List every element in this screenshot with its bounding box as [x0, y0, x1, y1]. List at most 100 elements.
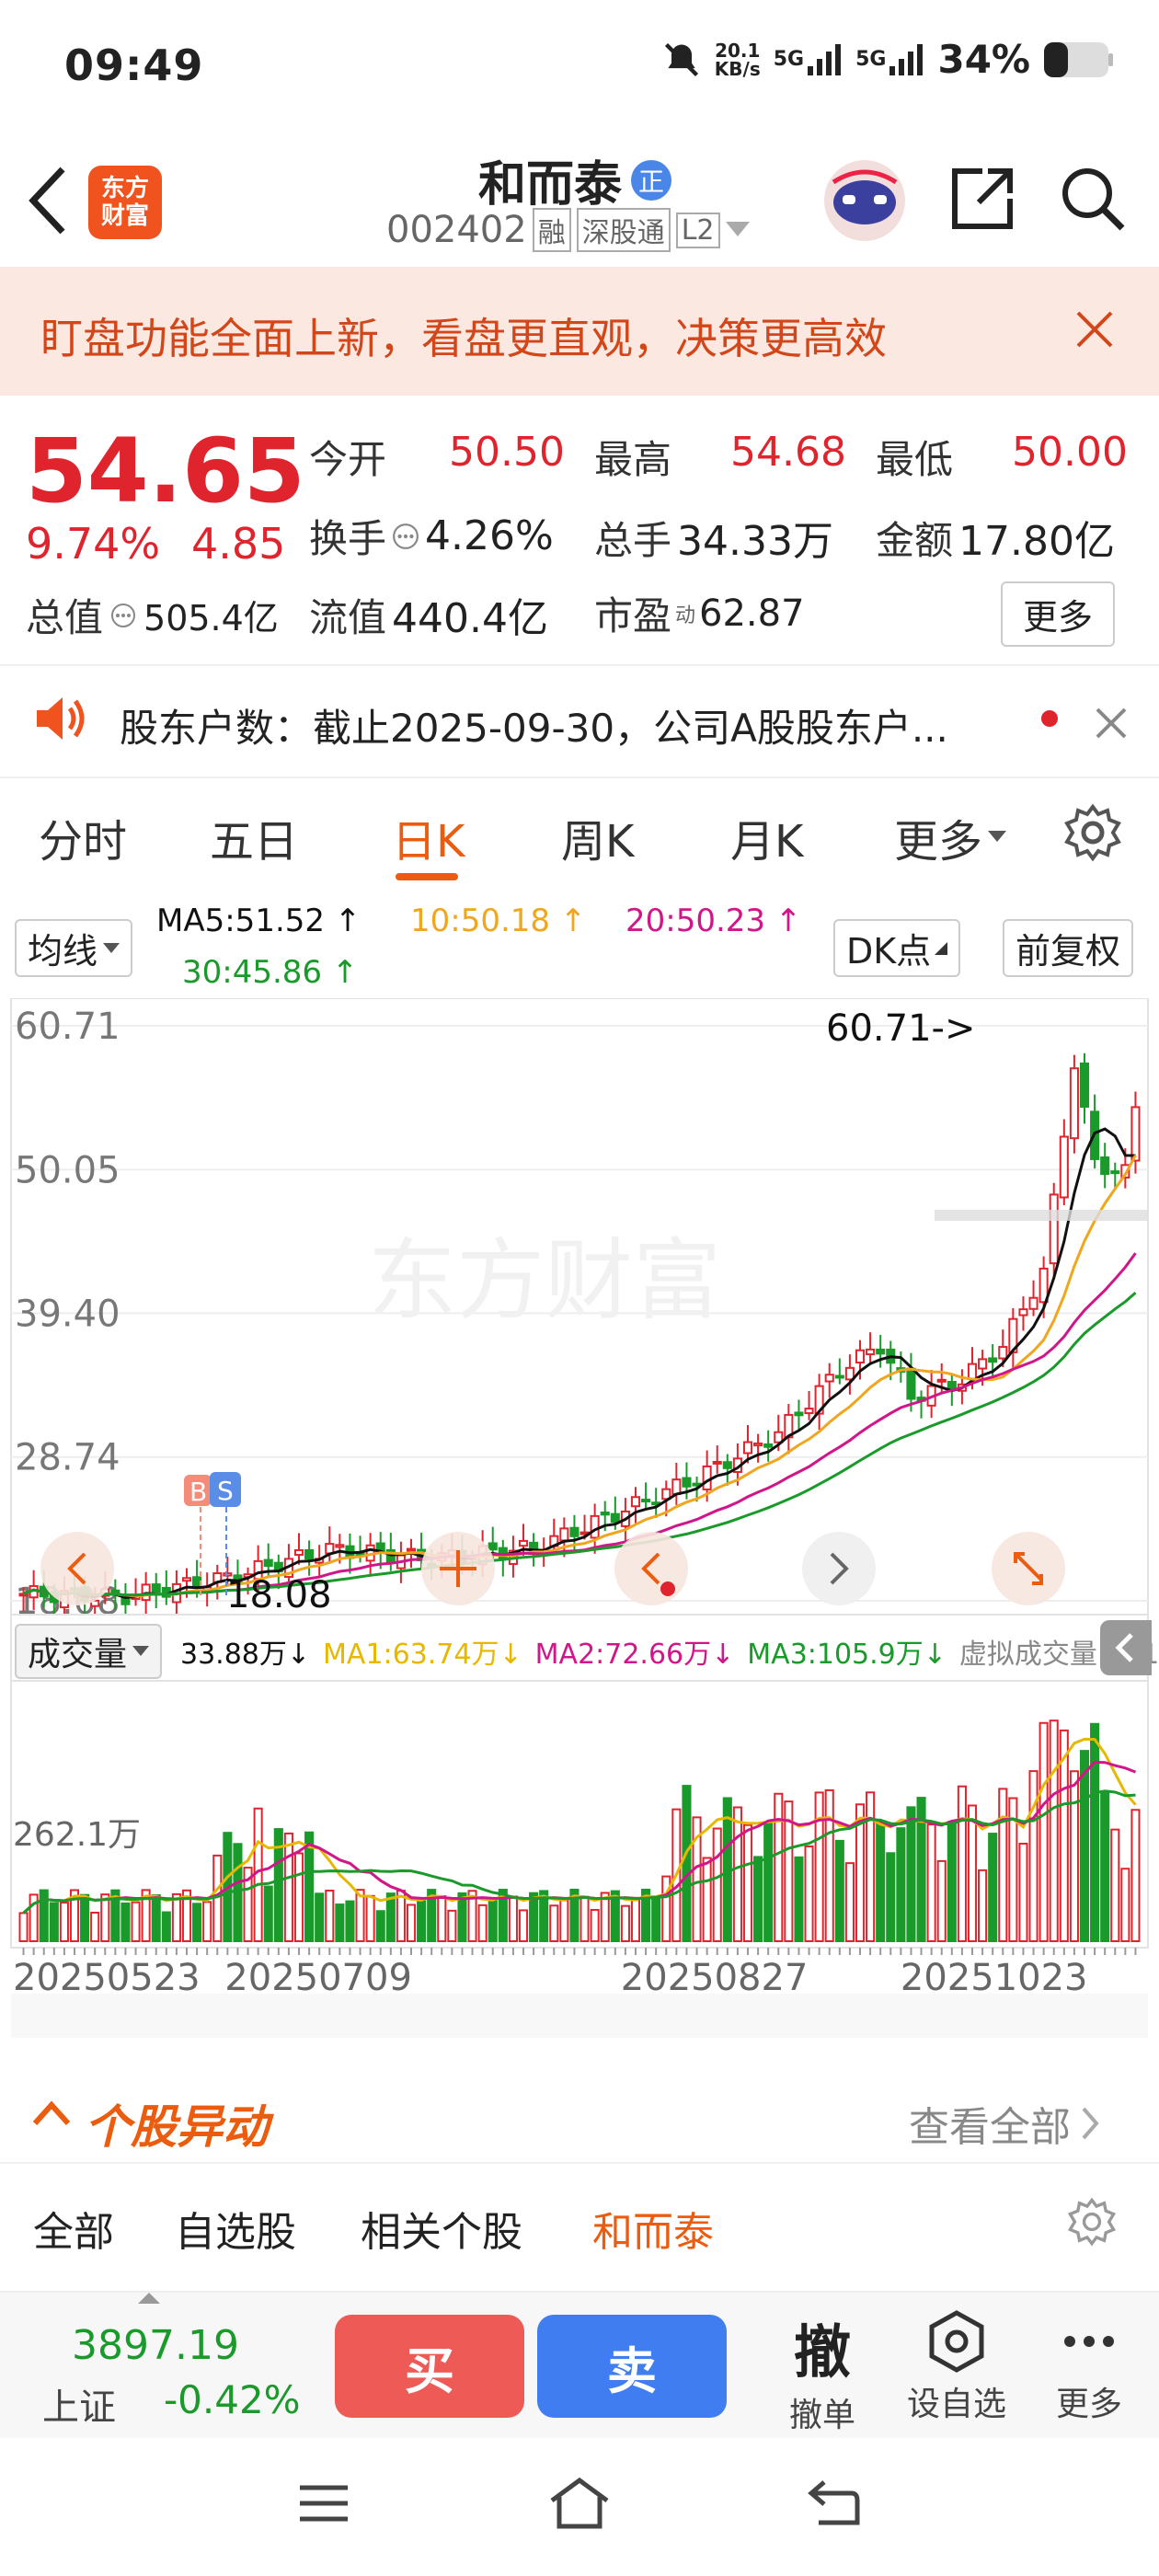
tab-weekly-k[interactable]: 周K [561, 805, 634, 869]
more-quote-button[interactable]: 更多 [1001, 581, 1116, 647]
volume-bar [18, 1912, 29, 1943]
volume-bar [335, 1903, 345, 1943]
ma-selector[interactable]: 均线 [15, 919, 133, 977]
close-icon[interactable] [1074, 309, 1115, 350]
volume-bar [151, 1893, 161, 1943]
cancel-order-button[interactable]: 撤 撤单 [786, 2306, 859, 2436]
notice-bar[interactable]: 股东户数：截止2025-09-30，公司A股股东户... [0, 664, 1159, 778]
volume-bar [120, 1902, 131, 1943]
fullscreen-button[interactable] [992, 1532, 1065, 1605]
back-icon[interactable] [806, 2477, 863, 2528]
view-all-link[interactable]: 查看全部 [909, 2094, 1100, 2153]
y-axis-label: 39.40 [15, 1293, 120, 1335]
trade-bar: 3897.19 上证 -0.42% 买 卖 撤 撤单 设自选 更多 [0, 2291, 1159, 2440]
buy-button[interactable]: 买 [335, 2315, 524, 2418]
step-left-button[interactable] [614, 1532, 688, 1605]
volume-bar [1039, 1721, 1049, 1942]
search-icon[interactable] [1058, 164, 1128, 234]
promo-banner[interactable]: 盯盘功能全面上新，看盘更直观，决策更高效 [0, 267, 1159, 396]
tab-intraday[interactable]: 分时 [39, 805, 127, 869]
notice-text: 股东户数：截止2025-09-30，公司A股股东户... [120, 706, 948, 751]
stock-code-row[interactable]: 002402 融 深股通 L2 [386, 208, 750, 252]
min-marker: 18.08 [226, 1574, 332, 1616]
svg-text:B: B [189, 1477, 207, 1507]
dk-point-button[interactable]: DK点 [833, 919, 961, 977]
share-icon[interactable] [947, 164, 1017, 234]
volume-bar [1069, 1770, 1079, 1942]
volume-bar [508, 1895, 518, 1943]
candle-body [569, 1526, 580, 1537]
volume-bar [457, 1892, 467, 1942]
volume-indicator-selector[interactable]: 成交量 [15, 1624, 163, 1679]
candle-body [110, 1589, 120, 1594]
stock-title: 和而泰 正 [478, 145, 672, 214]
tab-daily-k[interactable]: 日K [392, 805, 465, 869]
pe-label: 市盈 [594, 593, 672, 638]
chevron-up-icon[interactable] [31, 2099, 72, 2127]
volume-bar [529, 1892, 539, 1943]
stock-name: 和而泰 [478, 157, 623, 213]
scroll-left-button[interactable] [40, 1532, 114, 1605]
close-icon[interactable] [1095, 707, 1128, 740]
price-adjust-button[interactable]: 前复权 [1003, 919, 1134, 977]
settings-gear-icon[interactable] [1063, 803, 1122, 862]
add-watchlist-button[interactable]: 设自选 [901, 2309, 1012, 2425]
volume-bar [1049, 1719, 1059, 1942]
volume-bar [844, 1862, 855, 1942]
info-icon[interactable] [392, 523, 419, 550]
change-amount: 4.85 [191, 519, 286, 569]
candle-body [630, 1496, 641, 1508]
turnover-value: 4.26% [425, 512, 554, 559]
ai-assistant-icon[interactable] [820, 156, 909, 245]
max-marker: 60.71-> [826, 1007, 975, 1050]
subtab-watchlist[interactable]: 自选股 [175, 2199, 296, 2258]
signal-2: 5G [855, 43, 924, 75]
step-right-button[interactable] [802, 1532, 876, 1605]
turnover-item: 换手 4.26% [309, 508, 554, 564]
kline-chart-svg[interactable]: 东方财富 60.7150.0539.4028.7418.08 60.71-> 1… [0, 998, 1159, 2038]
more-actions-button[interactable]: 更多 [1043, 2309, 1135, 2425]
volume-ma2: MA2:72.66万↓ [534, 1639, 735, 1671]
open-label: 今开 [309, 437, 387, 482]
app-logo[interactable]: 东方 财富 [88, 166, 162, 239]
subtab-all[interactable]: 全部 [33, 2199, 114, 2258]
home-icon[interactable] [546, 2475, 613, 2532]
volume-bar [814, 1791, 824, 1942]
tab-more[interactable]: 更多 [894, 805, 1007, 869]
ma5-legend: MA5:51.52 ↑ [156, 903, 361, 939]
tab-monthly-k[interactable]: 月K [730, 805, 803, 869]
dropdown-triangle-icon [988, 831, 1007, 842]
stock-code: 002402 [386, 209, 527, 251]
dropdown-triangle-icon [103, 942, 120, 953]
volume-bar [988, 1833, 998, 1943]
candle-body [753, 1442, 763, 1447]
system-nav-bar [0, 2438, 1159, 2576]
settings-gear-icon[interactable] [1067, 2197, 1117, 2247]
candle-body [722, 1461, 732, 1469]
volume-bar [283, 1832, 293, 1942]
volume-bar [600, 1892, 610, 1943]
candle-body [824, 1374, 834, 1383]
info-icon[interactable] [110, 603, 136, 628]
volume-bar [406, 1903, 417, 1943]
volume-bar [906, 1806, 916, 1942]
volume-bar [967, 1804, 978, 1942]
candle-body [1100, 1156, 1110, 1176]
stock-header: 东方 财富 和而泰 正 002402 融 深股通 L2 [0, 138, 1159, 267]
menu-icon[interactable] [296, 2480, 351, 2526]
collapse-panel-button[interactable] [1100, 1620, 1152, 1675]
zoom-in-button[interactable] [421, 1532, 495, 1605]
subtab-related[interactable]: 相关个股 [361, 2199, 522, 2258]
volume-bar [233, 1843, 243, 1942]
sell-button[interactable]: 卖 [537, 2315, 727, 2418]
candle-body [866, 1348, 876, 1356]
tab-five-day[interactable]: 五日 [210, 805, 298, 869]
quote-panel: 54.65 9.74% 4.85 总值 505.4亿 今开 50.50 最高 5… [0, 396, 1159, 662]
subtab-current-stock[interactable]: 和而泰 [592, 2199, 714, 2258]
expand-triangle-icon[interactable] [138, 2293, 160, 2304]
volume-bar [365, 1894, 375, 1942]
chart-footer-strip [11, 1994, 1148, 2038]
index-value[interactable]: 3897.19 [72, 2322, 239, 2369]
last-price: 54.65 [26, 420, 305, 523]
back-arrow-icon[interactable] [26, 162, 70, 239]
